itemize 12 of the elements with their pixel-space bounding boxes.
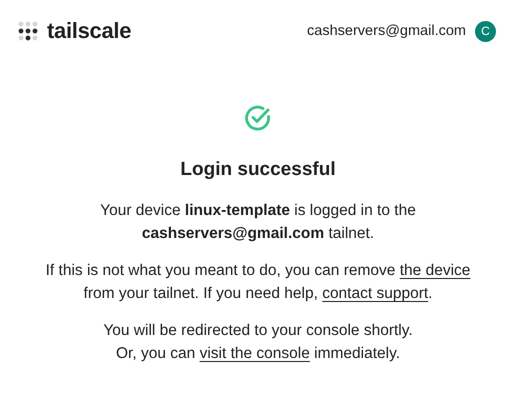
logo-icon (18, 21, 38, 41)
text-link[interactable]: contact support (322, 285, 428, 302)
text-link[interactable]: the device (400, 262, 470, 279)
text-link[interactable]: visit the console (200, 345, 310, 362)
message-text: Your device linux-template is logged in to the cashservers@gmail.com tailnet. (100, 201, 416, 244)
avatar[interactable]: C (475, 20, 496, 42)
message-text: If this is not what you meant to do, you can remove the device from your tailnet. If you need help, contact support. (46, 261, 470, 304)
check-circle-icon (244, 104, 272, 132)
brand-name: tailscale (47, 18, 132, 44)
account-email: cashservers@gmail.com (307, 23, 466, 39)
status-title: Login successful (180, 159, 336, 181)
message-text: You will be redirected to your console shortly. Or, you can visit the console immediately. (103, 321, 413, 364)
